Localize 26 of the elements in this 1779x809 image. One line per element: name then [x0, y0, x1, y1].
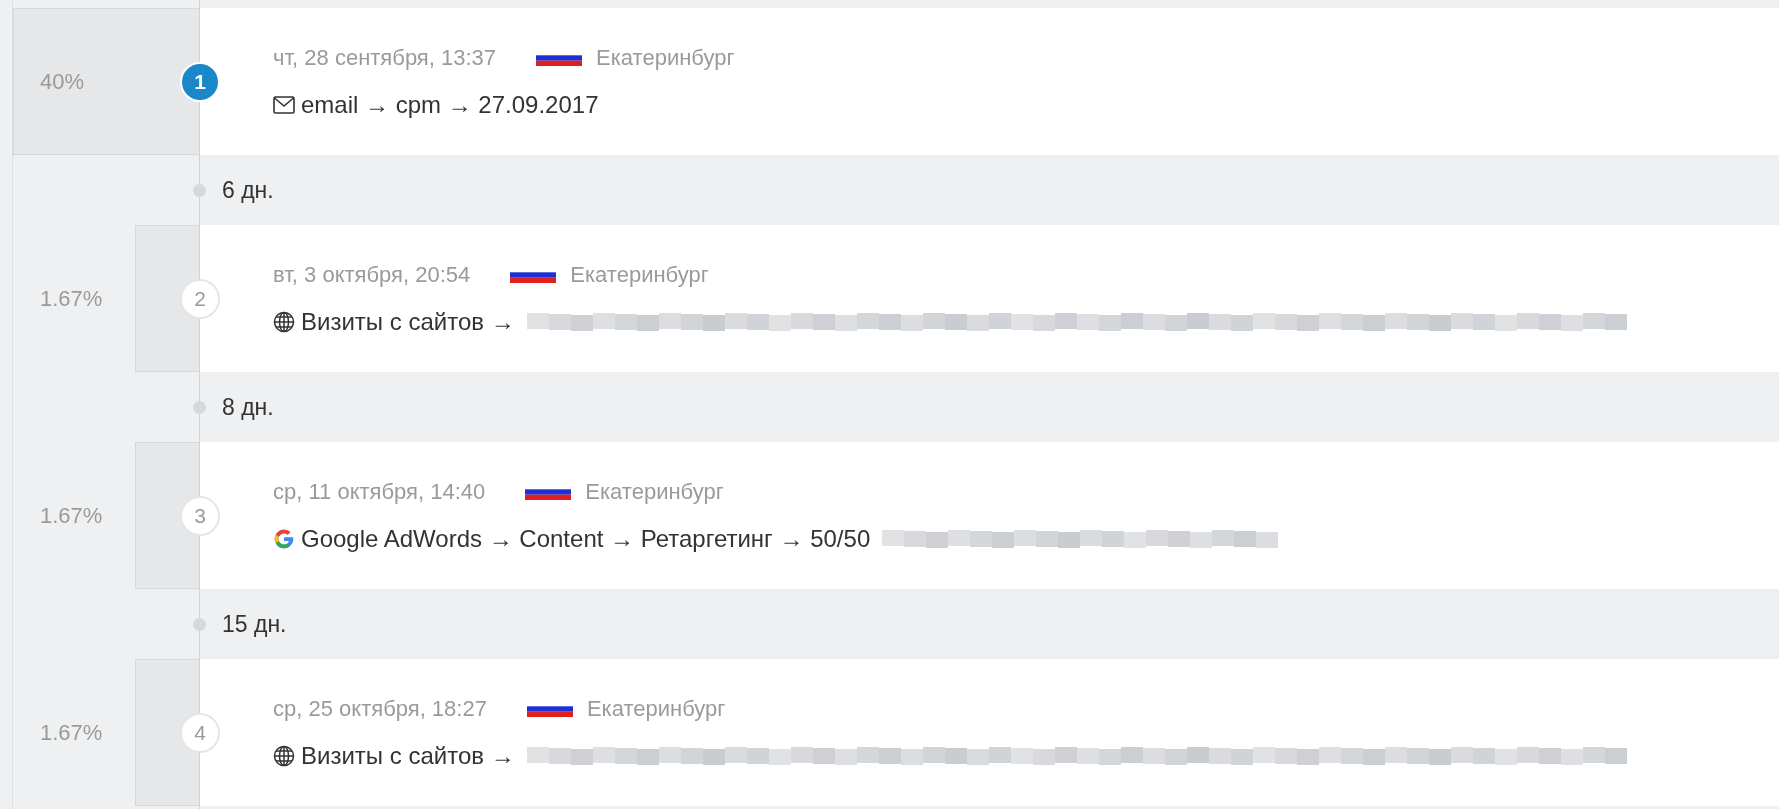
visit-date: ср, 25 октября, 18:27	[273, 695, 487, 722]
timeline-dot	[193, 400, 206, 414]
city-label: Екатеринбург	[585, 478, 724, 505]
interval-label: 6 дн.	[222, 176, 274, 204]
google-icon	[273, 527, 295, 550]
city-label: Екатеринбург	[596, 44, 735, 71]
share-percent: 1.67%	[40, 502, 103, 529]
timeline-dot	[193, 183, 206, 197]
envelope-icon	[273, 95, 295, 114]
globe-icon	[273, 310, 295, 333]
source-path: Визиты с сайтов →	[301, 307, 515, 336]
share-percent: 1.67%	[40, 285, 103, 312]
timeline-dot	[193, 617, 206, 631]
visit-date: ср, 11 октября, 14:40	[273, 478, 486, 505]
visit-date: вт, 3 октября, 20:54	[273, 261, 471, 288]
source-path: email → cpm → 27.09.2017	[301, 90, 599, 119]
city-label: Екатеринбург	[570, 261, 709, 288]
interval-label: 8 дн.	[222, 393, 274, 421]
share-percent: 40%	[40, 68, 85, 95]
visit-date: чт, 28 сентября, 13:37	[273, 44, 497, 71]
source-path: Google AdWords → Content → Ретаргетинг → 50/50	[301, 524, 871, 553]
share-percent: 1.67%	[40, 719, 103, 746]
globe-icon	[273, 744, 295, 767]
source-path: Визиты с сайтов →	[301, 741, 515, 770]
city-label: Екатеринбург	[586, 695, 726, 722]
interval-label: 15 дн.	[222, 610, 287, 638]
